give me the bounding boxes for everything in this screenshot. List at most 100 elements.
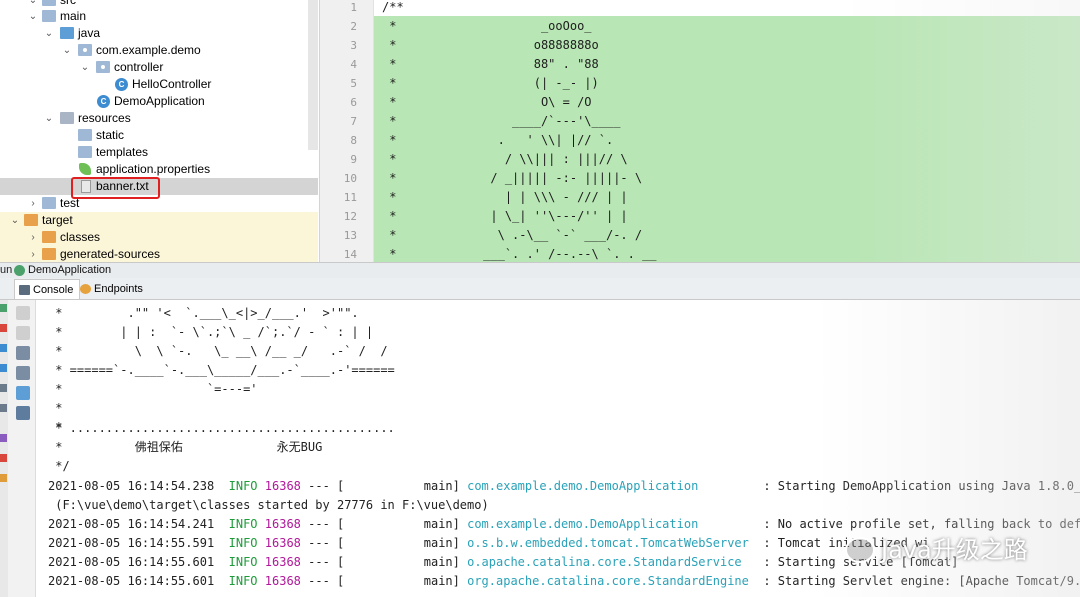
line-number: 12 — [343, 210, 357, 223]
code-line: * | | \\\ - /// | | — [382, 190, 628, 204]
chevron-right-icon[interactable]: › — [28, 229, 38, 246]
tree-item-package[interactable]: ⌄ com.example.demo — [0, 42, 318, 59]
tab-console[interactable]: Console — [14, 279, 81, 299]
tree-item-label: classes — [60, 230, 101, 244]
run-control-strip — [0, 300, 8, 597]
code-editor[interactable]: 1 2 3 4 5 6 7 8 9 10 11 12 13 14 /** * _… — [320, 0, 1080, 262]
log-timestamp: 2021-08-05 16:14:55.601 — [48, 555, 215, 569]
excluded-folder-icon — [42, 231, 56, 243]
log-logger[interactable]: com.example.demo.DemoApplication — [467, 517, 698, 531]
arrow-down-icon[interactable] — [16, 326, 30, 340]
code-line: * ___`. .' /--.--\ `. . __ — [382, 247, 657, 261]
tree-item-static[interactable]: static — [0, 127, 318, 144]
close-icon[interactable] — [0, 454, 7, 462]
tree-item-classes[interactable]: › classes — [0, 229, 318, 246]
line-number: 7 — [350, 115, 357, 128]
log-separator: --- — [308, 555, 330, 569]
soft-wrap-icon[interactable] — [16, 346, 30, 360]
banner-line: * — [48, 401, 63, 415]
chevron-down-icon[interactable]: ⌄ — [62, 42, 72, 59]
tree-item-label: com.example.demo — [96, 43, 201, 57]
run-config-name[interactable]: DemoApplication — [28, 263, 111, 278]
code-line: * ____/`---'\____ — [382, 114, 621, 128]
tree-item-resources[interactable]: ⌄ resources — [0, 110, 318, 127]
banner-line: * \ \ `-. \_ __\ /__ _/ .-` / / — [48, 344, 388, 358]
code-line: * (| -_- |) — [382, 76, 599, 90]
tree-item-target[interactable]: ⌄ target — [0, 212, 318, 229]
up-icon[interactable] — [0, 434, 7, 442]
settings-icon[interactable] — [0, 384, 7, 392]
spring-leaf-icon — [79, 163, 91, 175]
line-number: 4 — [350, 58, 357, 71]
chevron-down-icon[interactable]: ⌄ — [44, 110, 54, 127]
tree-item-templates[interactable]: templates — [0, 144, 318, 161]
code-line: * . ' \\| |// `. — [382, 133, 614, 147]
folder-icon — [78, 129, 92, 141]
source-folder-icon — [60, 27, 74, 39]
background-overlay — [840, 0, 1080, 262]
tree-item-label: HelloController — [132, 77, 212, 91]
spring-run-icon — [14, 265, 25, 276]
tree-item-controller[interactable]: ⌄ controller — [0, 59, 318, 76]
trash-icon[interactable] — [16, 406, 30, 420]
line-number: 6 — [350, 96, 357, 109]
text-file-icon — [81, 180, 91, 193]
folder-icon — [42, 197, 56, 209]
tab-endpoints[interactable]: Endpoints — [76, 279, 149, 299]
pin-icon[interactable] — [0, 404, 7, 412]
tree-item-label: resources — [78, 111, 131, 125]
stop-icon[interactable] — [0, 324, 7, 332]
log-thread: [ main] — [337, 517, 460, 531]
log-logger[interactable]: com.example.demo.DemoApplication — [467, 479, 698, 493]
tree-item-label: controller — [114, 60, 164, 74]
tab-label: Endpoints — [94, 283, 143, 295]
log-pid: 16368 — [264, 517, 301, 531]
log-timestamp: 2021-08-05 16:14:55.591 — [48, 536, 215, 550]
tree-scrollbar[interactable] — [308, 0, 318, 150]
line-number: 11 — [343, 191, 357, 204]
banner-line: */ — [48, 459, 70, 473]
spring-class-icon: C — [97, 95, 110, 108]
tree-item-banner-txt[interactable]: banner.txt — [0, 178, 318, 195]
tree-item-test[interactable]: › test — [0, 195, 318, 212]
arrow-up-icon[interactable] — [16, 306, 30, 320]
log-logger[interactable]: o.apache.catalina.core.StandardService — [467, 555, 742, 569]
log-pid: 16368 — [264, 574, 301, 588]
tree-item-label: main — [60, 9, 87, 23]
tree-item-demoapplication[interactable]: C DemoApplication — [0, 93, 318, 110]
dump-threads-icon[interactable] — [0, 364, 7, 372]
chevron-down-icon[interactable]: ⌄ — [80, 59, 90, 76]
run-tabs: Console Endpoints — [0, 278, 1080, 300]
log-separator: --- — [308, 479, 330, 493]
banner-line: * `=---=' — [48, 382, 258, 396]
code-line: * \ .-\__ `-` ___/-. / — [382, 228, 643, 242]
log-logger[interactable]: org.apache.catalina.core.StandardEngine — [467, 574, 749, 588]
log-logger[interactable]: o.s.b.w.embedded.tomcat.TomcatWebServer — [467, 536, 749, 550]
java-class-icon: C — [115, 78, 128, 91]
excluded-folder-icon — [42, 248, 56, 260]
rerun-icon[interactable] — [0, 304, 7, 312]
tree-item-generated-sources[interactable]: › generated-sources — [0, 246, 318, 262]
log-separator: --- — [308, 574, 330, 588]
scroll-to-end-icon[interactable] — [16, 366, 30, 380]
tree-item-java[interactable]: ⌄ java — [0, 25, 318, 42]
line-number: 9 — [350, 153, 357, 166]
package-icon — [96, 61, 110, 73]
tree-item-main[interactable]: ⌄ main — [0, 8, 318, 25]
chevron-right-icon[interactable]: › — [28, 195, 38, 212]
help-icon[interactable] — [0, 474, 7, 482]
tree-item-label: target — [42, 213, 73, 227]
chevron-down-icon[interactable]: ⌄ — [28, 8, 38, 25]
restore-layout-icon[interactable] — [0, 344, 7, 352]
banner-line: * ......................................… — [48, 421, 395, 435]
chevron-down-icon[interactable]: ⌄ — [10, 212, 20, 229]
tab-label: Console — [33, 284, 74, 296]
tree-item-hellocontroller[interactable]: C HelloController — [0, 76, 318, 93]
banner-line: * ."" '< `.___\_<|>_/___.' >'"". — [48, 306, 359, 320]
tree-item-application-properties[interactable]: application.properties — [0, 161, 318, 178]
line-number: 5 — [350, 77, 357, 90]
chevron-down-icon[interactable]: ⌄ — [44, 25, 54, 42]
print-icon[interactable] — [16, 386, 30, 400]
log-row: 2021-08-05 16:14:55.591 INFO 16368 --- [… — [48, 534, 930, 553]
chevron-right-icon[interactable]: › — [28, 246, 38, 262]
